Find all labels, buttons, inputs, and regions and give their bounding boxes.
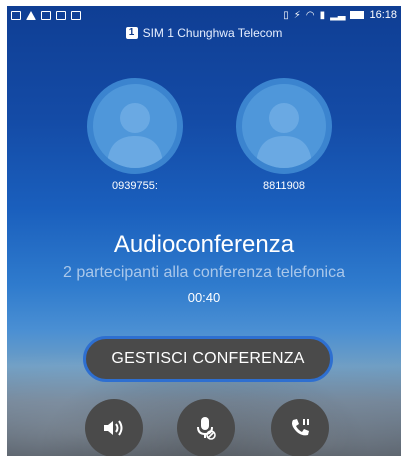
speaker-button[interactable] <box>85 399 143 456</box>
vibrate-icon: ▯ <box>283 9 289 21</box>
sim-signal-icon: ▮ <box>319 9 326 21</box>
mail-icon <box>56 10 66 20</box>
participant-avatar[interactable] <box>87 78 183 174</box>
sim-info: 1 SIM 1 Chunghwa Telecom <box>7 26 401 40</box>
carrier-label: SIM 1 Chunghwa Telecom <box>142 26 283 40</box>
signal-bars-icon: ▂▃ <box>330 9 346 21</box>
notification-icon <box>11 10 21 20</box>
manage-conference-button[interactable]: GESTISCI CONFERENZA <box>83 336 333 382</box>
call-screen: ▯ ⚡ ◠ ▮ ▂▃ 16:18 1 SIM 1 Chunghwa Teleco… <box>7 6 401 456</box>
call-timer: 00:40 <box>187 290 221 305</box>
status-time: 16:18 <box>369 9 397 21</box>
mute-button[interactable] <box>177 399 235 456</box>
mute-mic-icon <box>197 417 216 440</box>
hold-call-icon <box>292 419 309 436</box>
call-subtitle: 2 partecipanti alla conferenza telefonic… <box>63 264 345 281</box>
no-signal-icon: ⚡ <box>293 9 301 21</box>
message-icon <box>71 10 81 20</box>
notification-icons <box>7 10 81 20</box>
participant-avatar[interactable] <box>236 78 332 174</box>
battery-icon <box>350 11 365 19</box>
warning-icon <box>26 10 36 20</box>
speaker-icon <box>104 420 123 436</box>
hold-button[interactable] <box>271 399 329 456</box>
wifi-icon: ◠ <box>305 9 315 21</box>
person-icon <box>107 103 163 168</box>
checkbox-icon <box>41 10 51 20</box>
call-title: Audioconferenza <box>113 231 295 258</box>
status-bar: ▯ ⚡ ◠ ▮ ▂▃ 16:18 <box>7 6 401 24</box>
participant-number: 0939755: <box>112 180 158 192</box>
participant-number: 8811908 <box>262 180 305 192</box>
system-icons: ▯ ⚡ ◠ ▮ ▂▃ 16:18 <box>283 9 401 21</box>
sim-badge: 1 <box>125 27 138 39</box>
person-icon <box>256 103 312 168</box>
